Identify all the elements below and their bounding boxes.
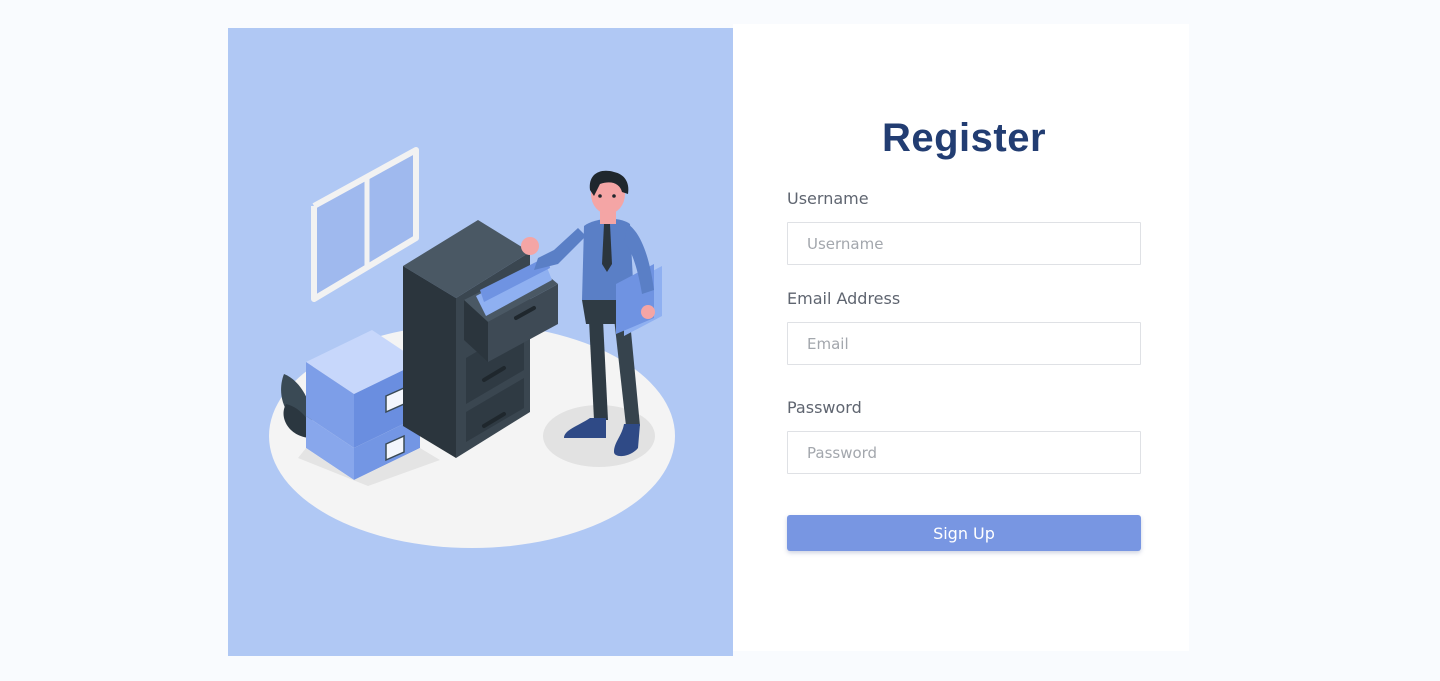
illustration-panel — [228, 28, 733, 656]
office-filing-illustration-icon — [269, 147, 675, 548]
password-label: Password — [787, 398, 862, 417]
page-title: Register — [881, 116, 1047, 160]
register-page: Register Username Email Address Password… — [0, 0, 1440, 681]
email-label: Email Address — [787, 289, 901, 308]
password-input[interactable] — [787, 431, 1141, 474]
sign-up-button[interactable]: Sign Up — [787, 515, 1141, 551]
email-input[interactable] — [787, 322, 1141, 365]
username-label: Username — [787, 189, 869, 208]
username-input[interactable] — [787, 222, 1141, 265]
register-form: Register Username Email Address Password… — [733, 24, 1189, 651]
